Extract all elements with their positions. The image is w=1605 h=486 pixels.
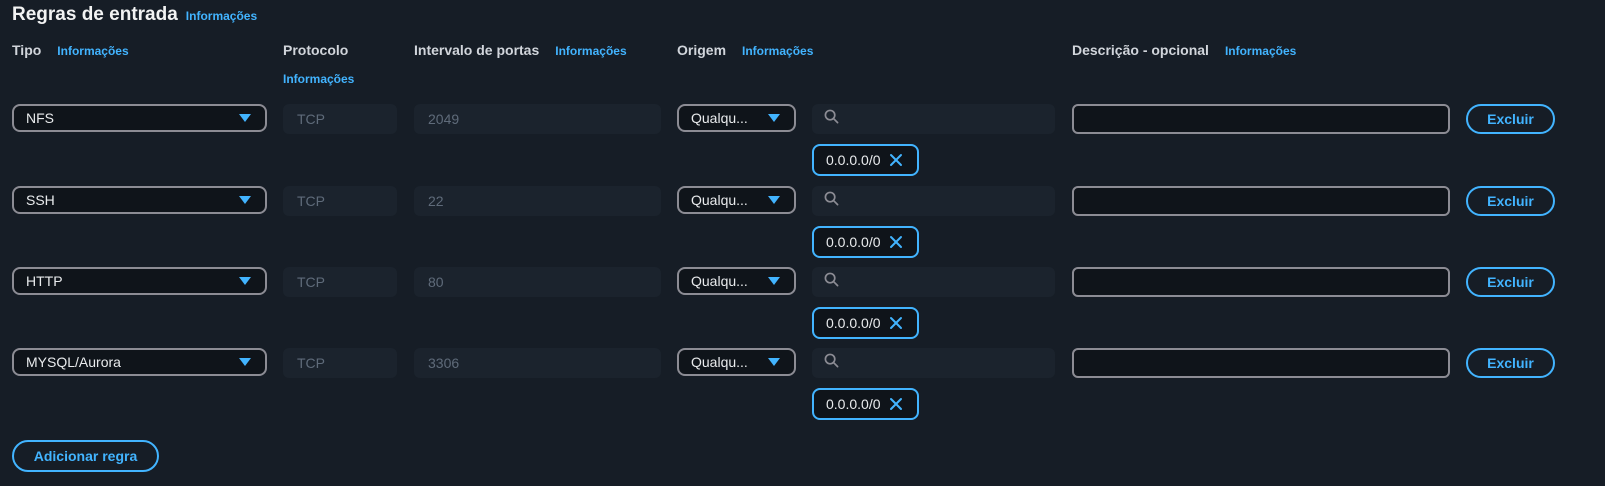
search-icon <box>824 191 839 211</box>
rule-row: MYSQL/Aurora TCP 3306 Qualqu... 0.0.0.0/… <box>0 348 1605 428</box>
source-search-input[interactable] <box>812 267 1055 297</box>
delete-rule-button[interactable]: Excluir <box>1466 104 1555 134</box>
protocol-field: TCP <box>283 267 397 297</box>
rule-row: SSH TCP 22 Qualqu... 0.0.0.0/0 Excluir <box>0 186 1605 266</box>
delete-rule-button[interactable]: Excluir <box>1466 348 1555 378</box>
caret-down-icon <box>239 358 251 366</box>
description-input[interactable] <box>1072 348 1450 378</box>
header-description: Descrição - opcional Informações <box>1072 42 1296 58</box>
type-select-value: HTTP <box>26 273 63 289</box>
caret-down-icon <box>768 358 780 366</box>
rule-row: NFS TCP 2049 Qualqu... 0.0.0.0/0 Excluir <box>0 104 1605 184</box>
add-rule-button[interactable]: Adicionar regra <box>12 440 159 472</box>
protocol-field: TCP <box>283 348 397 378</box>
header-type: Tipo Informações <box>12 42 129 58</box>
source-mode-value: Qualqu... <box>691 354 748 370</box>
close-icon[interactable] <box>889 235 903 249</box>
source-search-input[interactable] <box>812 348 1055 378</box>
type-select[interactable]: MYSQL/Aurora <box>12 348 267 376</box>
caret-down-icon <box>768 196 780 204</box>
header-type-label: Tipo <box>12 42 42 58</box>
section-header: Regras de entrada Informações <box>12 4 257 26</box>
section-title: Regras de entrada <box>12 4 178 25</box>
header-description-label: Descrição - opcional <box>1072 42 1209 58</box>
cidr-token-label: 0.0.0.0/0 <box>826 152 881 168</box>
type-select-value: NFS <box>26 110 54 126</box>
source-mode-value: Qualqu... <box>691 273 748 289</box>
source-mode-select[interactable]: Qualqu... <box>677 104 796 132</box>
cidr-token-label: 0.0.0.0/0 <box>826 234 881 250</box>
source-mode-value: Qualqu... <box>691 192 748 208</box>
cidr-token-label: 0.0.0.0/0 <box>826 396 881 412</box>
header-source: Origem Informações <box>677 42 813 58</box>
type-select[interactable]: SSH <box>12 186 267 214</box>
header-port-range: Intervalo de portas Informações <box>414 42 627 58</box>
port-range-field: 2049 <box>414 104 661 134</box>
caret-down-icon <box>239 196 251 204</box>
close-icon[interactable] <box>889 153 903 167</box>
caret-down-icon <box>768 114 780 122</box>
search-icon <box>824 109 839 129</box>
source-mode-value: Qualqu... <box>691 110 748 126</box>
type-select-value: MYSQL/Aurora <box>26 354 121 370</box>
caret-down-icon <box>239 277 251 285</box>
delete-rule-button[interactable]: Excluir <box>1466 267 1555 297</box>
caret-down-icon <box>768 277 780 285</box>
cidr-token: 0.0.0.0/0 <box>812 226 919 258</box>
type-select-value: SSH <box>26 192 55 208</box>
source-search-input[interactable] <box>812 186 1055 216</box>
protocol-field: TCP <box>283 104 397 134</box>
description-input[interactable] <box>1072 267 1450 297</box>
section-info-link[interactable]: Informações <box>186 9 257 23</box>
inbound-rules-page: Regras de entrada Informações Tipo Infor… <box>0 0 1605 486</box>
header-source-info-link[interactable]: Informações <box>742 44 813 58</box>
search-icon <box>824 272 839 292</box>
port-range-field: 3306 <box>414 348 661 378</box>
cidr-token-label: 0.0.0.0/0 <box>826 315 881 331</box>
cidr-token: 0.0.0.0/0 <box>812 388 919 420</box>
rule-row: HTTP TCP 80 Qualqu... 0.0.0.0/0 Excluir <box>0 267 1605 347</box>
source-mode-select[interactable]: Qualqu... <box>677 267 796 295</box>
header-protocol-info-link[interactable]: Informações <box>283 72 354 86</box>
header-source-label: Origem <box>677 42 727 58</box>
search-icon <box>824 353 839 373</box>
protocol-field: TCP <box>283 186 397 216</box>
source-search-input[interactable] <box>812 104 1055 134</box>
header-protocol: Protocolo Informações <box>283 42 354 86</box>
close-icon[interactable] <box>889 397 903 411</box>
description-input[interactable] <box>1072 104 1450 134</box>
description-input[interactable] <box>1072 186 1450 216</box>
caret-down-icon <box>239 114 251 122</box>
cidr-token: 0.0.0.0/0 <box>812 144 919 176</box>
header-port-range-label: Intervalo de portas <box>414 42 540 58</box>
header-port-range-info-link[interactable]: Informações <box>555 44 626 58</box>
header-type-info-link[interactable]: Informações <box>57 44 128 58</box>
type-select[interactable]: NFS <box>12 104 267 132</box>
source-mode-select[interactable]: Qualqu... <box>677 186 796 214</box>
port-range-field: 22 <box>414 186 661 216</box>
source-mode-select[interactable]: Qualqu... <box>677 348 796 376</box>
close-icon[interactable] <box>889 316 903 330</box>
delete-rule-button[interactable]: Excluir <box>1466 186 1555 216</box>
cidr-token: 0.0.0.0/0 <box>812 307 919 339</box>
type-select[interactable]: HTTP <box>12 267 267 295</box>
header-description-info-link[interactable]: Informações <box>1225 44 1296 58</box>
header-protocol-label: Protocolo <box>283 42 349 58</box>
port-range-field: 80 <box>414 267 661 297</box>
